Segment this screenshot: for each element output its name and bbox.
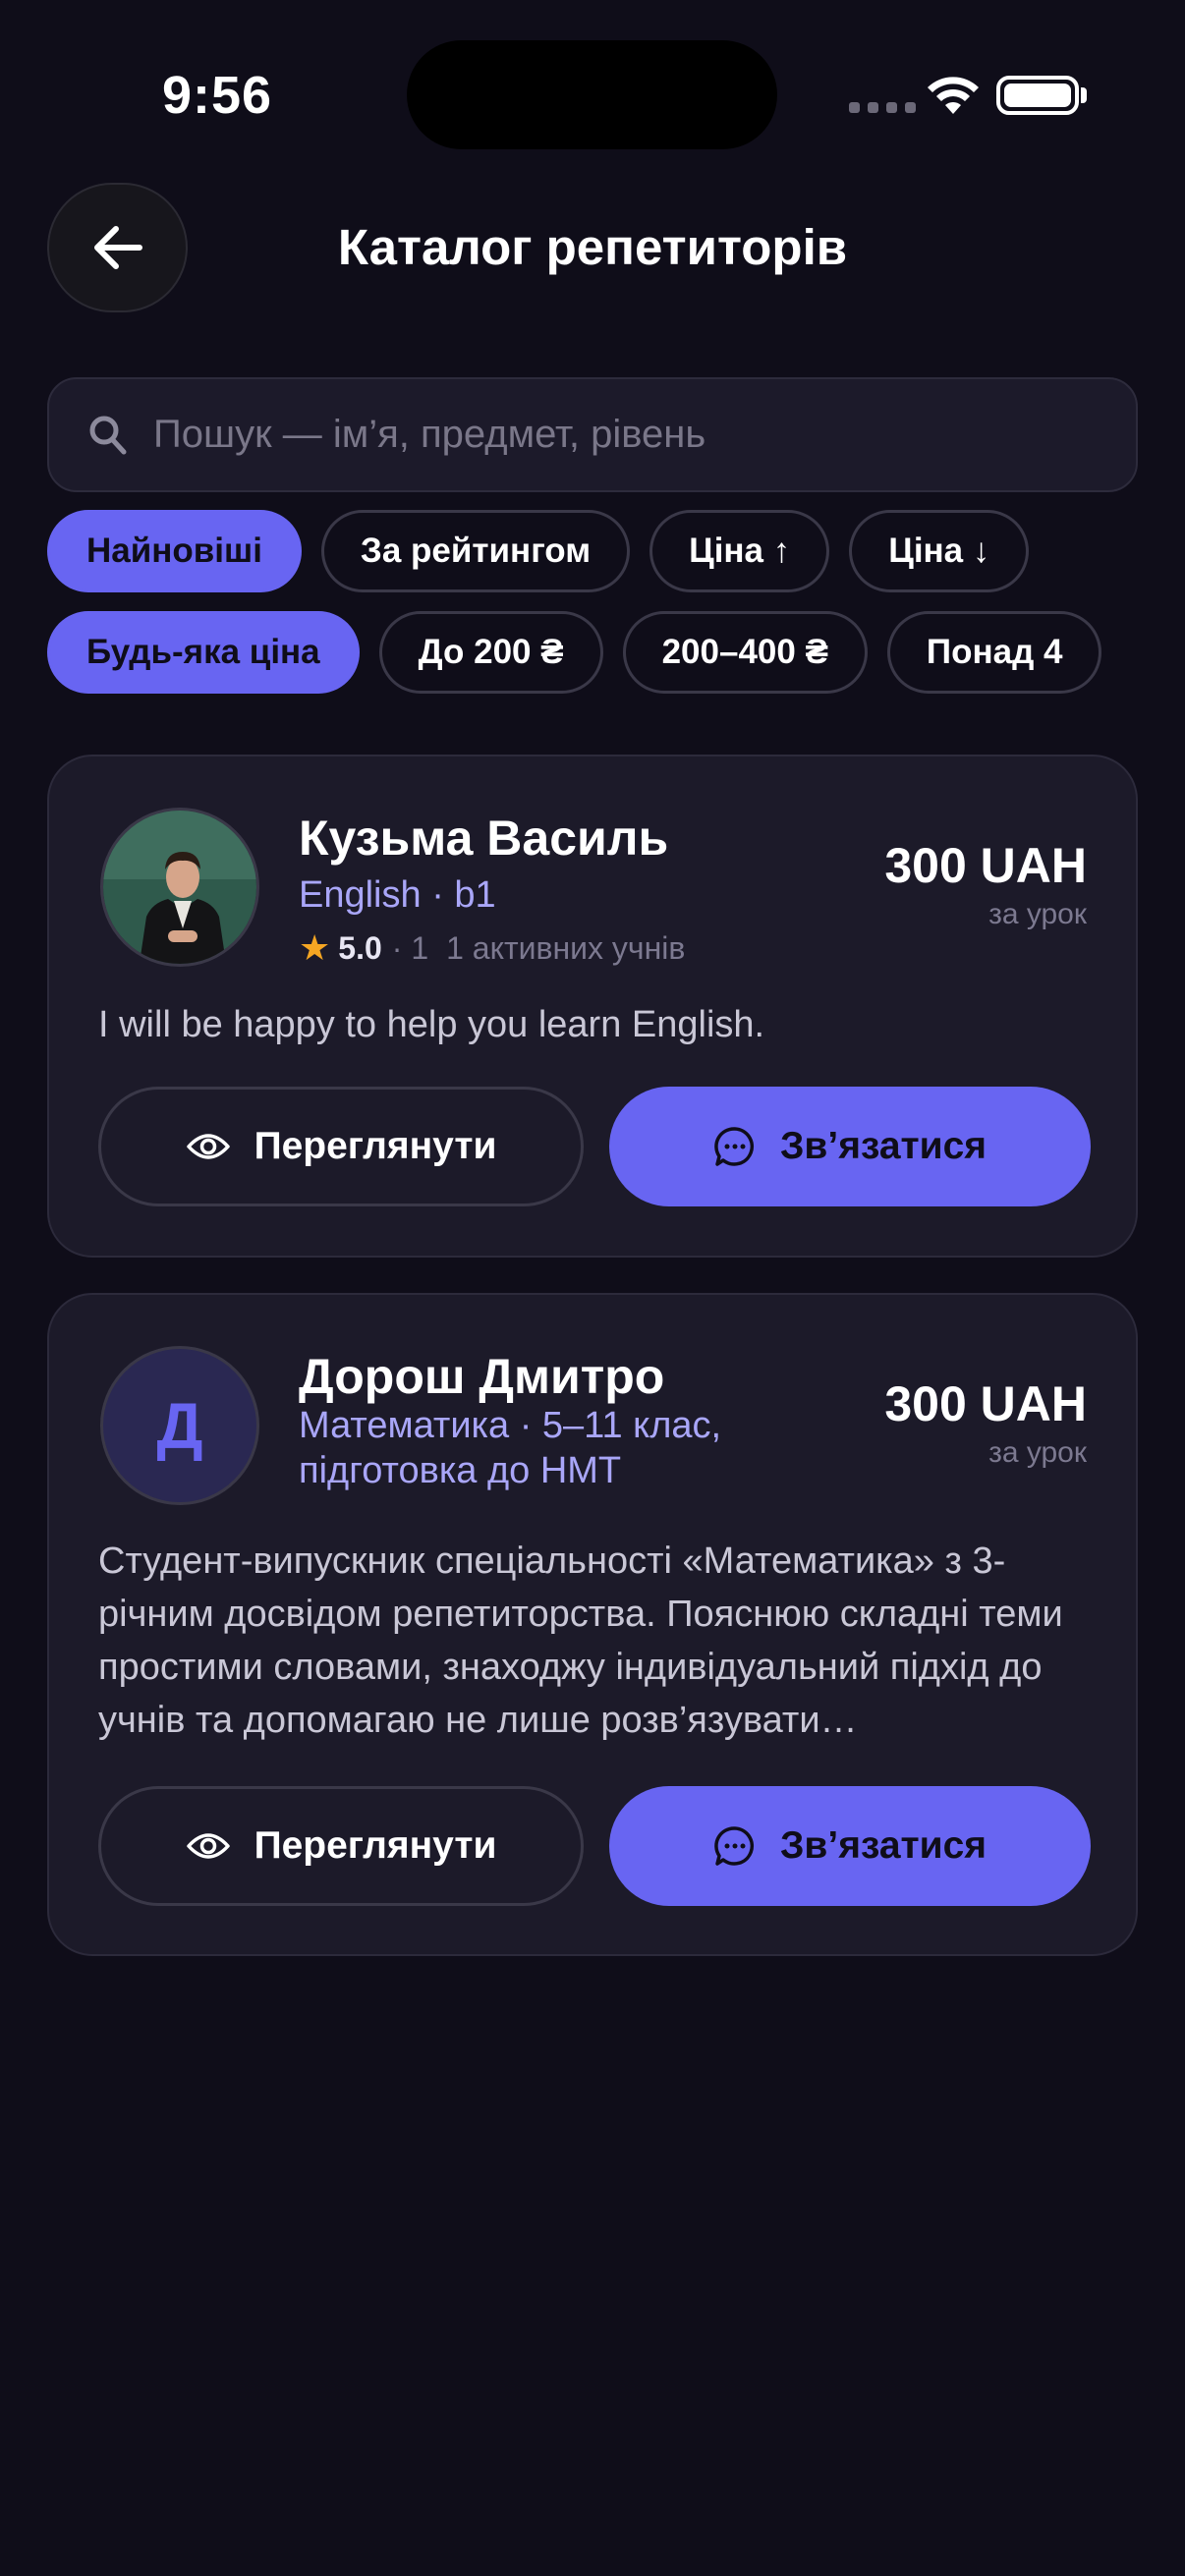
chip-price-under-200[interactable]: До 200 ₴ (378, 611, 603, 694)
price-unit: за урок (988, 898, 1087, 930)
search-icon (89, 416, 127, 454)
tutor-bio: Студент-випускник спеціальності «Математ… (98, 1540, 1063, 1741)
star-icon: ★ (299, 927, 331, 968)
chip-sort-rating[interactable]: За рейтингом (320, 510, 631, 592)
contact-button[interactable]: Зв’язатися (609, 1087, 1091, 1206)
chip-sort-price-asc[interactable]: Ціна ↑ (649, 510, 830, 592)
chat-bubble-icon (714, 1127, 754, 1166)
chip-sort-newest[interactable]: Найновіші (47, 510, 302, 592)
page-title: Каталог репетиторів (337, 219, 848, 275)
tutor-price: 300 UAH (884, 838, 1087, 893)
tutor-name: Кузьма Василь (299, 811, 669, 866)
review-count: · 1 (391, 929, 429, 966)
view-profile-button[interactable]: Переглянути (98, 1786, 584, 1906)
avatar (100, 808, 259, 967)
chip-price-200-400[interactable]: 200–400 ₴ (622, 611, 868, 694)
cellular-signal-icon (849, 102, 916, 113)
search-input[interactable] (153, 379, 1136, 490)
view-button-label: Переглянути (254, 1125, 497, 1167)
tutor-card[interactable]: Кузьма Василь English · b1 ★ 5.0 · 1 1 а… (47, 755, 1138, 1258)
status-time: 9:56 (162, 66, 273, 125)
avatar: Д (100, 1346, 259, 1505)
tutor-name: Дорош Дмитро (299, 1349, 665, 1404)
chat-bubble-icon (714, 1826, 754, 1866)
sort-chips: Найновіші За рейтингом Ціна ↑ Ціна ↓ (47, 510, 1138, 592)
chip-sort-price-desc[interactable]: Ціна ↓ (849, 510, 1030, 592)
tutor-subject: English · b1 (299, 874, 496, 916)
status-bar: 9:56 (0, 0, 1185, 177)
eye-icon (186, 1833, 230, 1859)
active-students: 1 активних учнів (446, 929, 686, 966)
price-filter-chips: Будь-яка ціна До 200 ₴ 200–400 ₴ Понад 4 (47, 611, 1138, 694)
tutor-bio: I will be happy to help you learn Englis… (98, 1004, 765, 1045)
eye-icon (186, 1134, 230, 1159)
tutor-card[interactable]: Д Дорош Дмитро Математика · 5–11 клас, п… (47, 1293, 1138, 1956)
contact-button-label: Зв’язатися (779, 1824, 988, 1867)
search-box[interactable] (47, 377, 1138, 492)
view-profile-button[interactable]: Переглянути (98, 1087, 584, 1206)
avatar-photo (103, 811, 256, 964)
contact-button-label: Зв’язатися (779, 1125, 988, 1167)
rating-row: ★ 5.0 · 1 1 активних учнів (299, 927, 685, 969)
view-button-label: Переглянути (254, 1824, 497, 1867)
battery-cap (1081, 87, 1087, 103)
battery-icon (996, 76, 1079, 115)
contact-button[interactable]: Зв’язатися (609, 1786, 1091, 1906)
price-unit: за урок (988, 1436, 1087, 1469)
chip-price-any[interactable]: Будь-яка ціна (47, 611, 360, 694)
tutor-subject: Математика · 5–11 клас, підготовка до НМ… (299, 1405, 722, 1491)
tutor-price: 300 UAH (884, 1376, 1087, 1431)
dynamic-island (407, 40, 777, 149)
wifi-icon (928, 77, 979, 114)
rating-score: 5.0 (338, 929, 382, 966)
chip-price-over-400[interactable]: Понад 4 (886, 611, 1102, 694)
